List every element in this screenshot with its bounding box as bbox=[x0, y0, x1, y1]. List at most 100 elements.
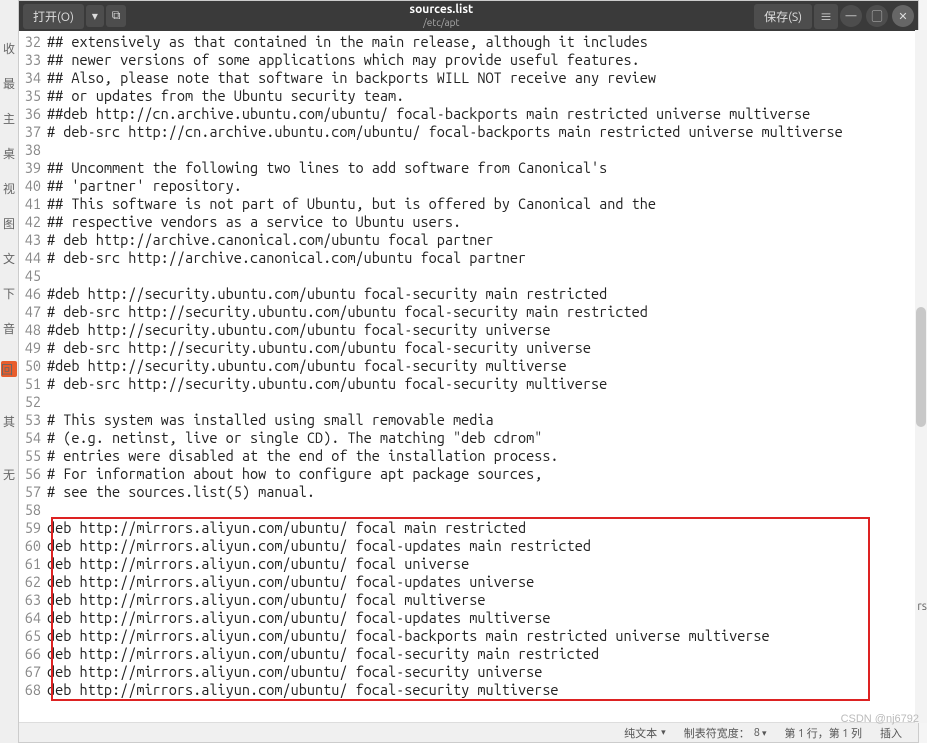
close-button[interactable]: ✕ bbox=[892, 5, 914, 27]
save-button[interactable]: 保存(S) bbox=[754, 4, 812, 29]
sidebar-item[interactable]: 回 bbox=[1, 361, 17, 377]
line-content[interactable]: # (e.g. netinst, live or single CD). The… bbox=[47, 429, 542, 447]
editor-line[interactable]: 39## Uncomment the following two lines t… bbox=[19, 159, 918, 177]
editor-line[interactable]: 57# see the sources.list(5) manual. bbox=[19, 483, 918, 501]
editor-line[interactable]: 67deb http://mirrors.aliyun.com/ubuntu/ … bbox=[19, 663, 918, 681]
sidebar-item[interactable]: 收 bbox=[3, 40, 15, 57]
sidebar-item[interactable]: 最 bbox=[3, 75, 15, 92]
editor-line[interactable]: 41## This software is not part of Ubuntu… bbox=[19, 195, 918, 213]
editor-line[interactable]: 36##deb http://cn.archive.ubuntu.com/ubu… bbox=[19, 105, 918, 123]
editor-line[interactable]: 43# deb http://archive.canonical.com/ubu… bbox=[19, 231, 918, 249]
syntax-mode-dropdown[interactable]: 纯文本 bbox=[624, 725, 666, 741]
open-button[interactable]: 打开(O) bbox=[23, 4, 84, 29]
text-editor-area[interactable]: 32## extensively as that contained in th… bbox=[19, 31, 918, 722]
line-content[interactable]: ## 'partner' repository. bbox=[47, 177, 242, 195]
editor-line[interactable]: 48#deb http://security.ubuntu.com/ubuntu… bbox=[19, 321, 918, 339]
line-content[interactable]: #deb http://security.ubuntu.com/ubuntu f… bbox=[47, 321, 550, 339]
editor-line[interactable]: 35## or updates from the Ubuntu security… bbox=[19, 87, 918, 105]
line-content[interactable]: # deb-src http://security.ubuntu.com/ubu… bbox=[47, 303, 648, 321]
line-content[interactable]: # deb-src http://security.ubuntu.com/ubu… bbox=[47, 339, 591, 357]
editor-line[interactable]: 54# (e.g. netinst, live or single CD). T… bbox=[19, 429, 918, 447]
editor-line[interactable]: 58 bbox=[19, 501, 918, 519]
editor-line[interactable]: 65deb http://mirrors.aliyun.com/ubuntu/ … bbox=[19, 627, 918, 645]
editor-line[interactable]: 64deb http://mirrors.aliyun.com/ubuntu/ … bbox=[19, 609, 918, 627]
editor-line[interactable]: 37# deb-src http://cn.archive.ubuntu.com… bbox=[19, 123, 918, 141]
line-content[interactable]: deb http://mirrors.aliyun.com/ubuntu/ fo… bbox=[47, 573, 534, 591]
line-content[interactable]: ## Also, please note that software in ba… bbox=[47, 69, 656, 87]
editor-line[interactable]: 46#deb http://security.ubuntu.com/ubuntu… bbox=[19, 285, 918, 303]
editor-line[interactable]: 45 bbox=[19, 267, 918, 285]
line-content[interactable]: deb http://mirrors.aliyun.com/ubuntu/ fo… bbox=[47, 537, 591, 555]
line-content[interactable]: deb http://mirrors.aliyun.com/ubuntu/ fo… bbox=[47, 609, 550, 627]
insert-mode[interactable]: 插入 bbox=[880, 725, 902, 741]
line-content[interactable]: deb http://mirrors.aliyun.com/ubuntu/ fo… bbox=[47, 627, 770, 645]
line-content[interactable]: # see the sources.list(5) manual. bbox=[47, 483, 315, 501]
scrollbar-thumb[interactable] bbox=[916, 307, 926, 427]
line-content[interactable]: deb http://mirrors.aliyun.com/ubuntu/ fo… bbox=[47, 645, 599, 663]
line-number: 56 bbox=[19, 465, 47, 483]
line-content[interactable]: deb http://mirrors.aliyun.com/ubuntu/ fo… bbox=[47, 591, 485, 609]
line-content[interactable]: deb http://mirrors.aliyun.com/ubuntu/ fo… bbox=[47, 663, 542, 681]
line-content[interactable]: # deb-src http://archive.canonical.com/u… bbox=[47, 249, 526, 267]
editor-line[interactable]: 56# For information about how to configu… bbox=[19, 465, 918, 483]
maximize-button[interactable]: ▢ bbox=[866, 5, 888, 27]
sidebar-item[interactable]: 主 bbox=[3, 110, 15, 127]
editor-line[interactable]: 51# deb-src http://security.ubuntu.com/u… bbox=[19, 375, 918, 393]
line-number: 50 bbox=[19, 357, 47, 375]
line-content[interactable]: # deb-src http://cn.archive.ubuntu.com/u… bbox=[47, 123, 843, 141]
line-content[interactable]: # This system was installed using small … bbox=[47, 411, 494, 429]
editor-line[interactable]: 42## respective vendors as a service to … bbox=[19, 213, 918, 231]
line-content[interactable]: deb http://mirrors.aliyun.com/ubuntu/ fo… bbox=[47, 555, 469, 573]
editor-line[interactable]: 62deb http://mirrors.aliyun.com/ubuntu/ … bbox=[19, 573, 918, 591]
editor-line[interactable]: 49# deb-src http://security.ubuntu.com/u… bbox=[19, 339, 918, 357]
line-content[interactable]: # entries were disabled at the end of th… bbox=[47, 447, 559, 465]
editor-line[interactable]: 44# deb-src http://archive.canonical.com… bbox=[19, 249, 918, 267]
line-content[interactable]: # For information about how to configure… bbox=[47, 465, 542, 483]
line-content[interactable]: ## newer versions of some applications w… bbox=[47, 51, 640, 69]
sidebar-item[interactable]: 无 bbox=[3, 466, 15, 483]
editor-line[interactable]: 52 bbox=[19, 393, 918, 411]
scrollbar[interactable] bbox=[915, 30, 927, 723]
line-content[interactable]: ##deb http://cn.archive.ubuntu.com/ubunt… bbox=[47, 105, 810, 123]
editor-line[interactable]: 60deb http://mirrors.aliyun.com/ubuntu/ … bbox=[19, 537, 918, 555]
editor-line[interactable]: 61deb http://mirrors.aliyun.com/ubuntu/ … bbox=[19, 555, 918, 573]
editor-line[interactable]: 32## extensively as that contained in th… bbox=[19, 33, 918, 51]
editor-line[interactable]: 63deb http://mirrors.aliyun.com/ubuntu/ … bbox=[19, 591, 918, 609]
line-number: 51 bbox=[19, 375, 47, 393]
editor-line[interactable]: 53# This system was installed using smal… bbox=[19, 411, 918, 429]
editor-line[interactable]: 34## Also, please note that software in … bbox=[19, 69, 918, 87]
line-content[interactable]: ## extensively as that contained in the … bbox=[47, 33, 648, 51]
hamburger-menu[interactable]: ≡ bbox=[814, 4, 838, 29]
line-content[interactable]: deb http://mirrors.aliyun.com/ubuntu/ fo… bbox=[47, 519, 526, 537]
line-content[interactable]: ## This software is not part of Ubuntu, … bbox=[47, 195, 656, 213]
editor-line[interactable]: 38 bbox=[19, 141, 918, 159]
editor-line[interactable]: 68deb http://mirrors.aliyun.com/ubuntu/ … bbox=[19, 681, 918, 699]
editor-line[interactable]: 59deb http://mirrors.aliyun.com/ubuntu/ … bbox=[19, 519, 918, 537]
minimize-button[interactable]: — bbox=[840, 5, 862, 27]
sidebar-item[interactable]: 图 bbox=[3, 215, 15, 232]
line-content[interactable]: # deb-src http://security.ubuntu.com/ubu… bbox=[47, 375, 607, 393]
sidebar-item[interactable]: 其 bbox=[3, 413, 15, 430]
line-content[interactable]: ## respective vendors as a service to Ub… bbox=[47, 213, 461, 231]
line-content[interactable]: deb http://mirrors.aliyun.com/ubuntu/ fo… bbox=[47, 681, 559, 699]
line-content[interactable]: #deb http://security.ubuntu.com/ubuntu f… bbox=[47, 285, 607, 303]
editor-line[interactable]: 50#deb http://security.ubuntu.com/ubuntu… bbox=[19, 357, 918, 375]
tab-width-control[interactable]: 制表符宽度： 8 bbox=[684, 725, 767, 741]
sidebar-item[interactable]: 音 bbox=[3, 320, 15, 337]
editor-line[interactable]: 66deb http://mirrors.aliyun.com/ubuntu/ … bbox=[19, 645, 918, 663]
open-dropdown[interactable]: ▾ bbox=[86, 5, 104, 27]
line-content[interactable]: #deb http://security.ubuntu.com/ubuntu f… bbox=[47, 357, 567, 375]
line-content[interactable]: ## Uncomment the following two lines to … bbox=[47, 159, 607, 177]
sidebar-item[interactable]: 下 bbox=[3, 285, 15, 302]
new-tab-button[interactable]: ⧉ bbox=[106, 5, 127, 27]
line-content[interactable]: ## or updates from the Ubuntu security t… bbox=[47, 87, 404, 105]
sidebar-item[interactable]: 视 bbox=[3, 180, 15, 197]
editor-line[interactable]: 40## 'partner' repository. bbox=[19, 177, 918, 195]
editor-line[interactable]: 33## newer versions of some applications… bbox=[19, 51, 918, 69]
line-content[interactable]: # deb http://archive.canonical.com/ubunt… bbox=[47, 231, 494, 249]
tab-width-label: 制表符宽度： bbox=[684, 725, 750, 741]
sidebar-item[interactable]: 文 bbox=[3, 250, 15, 267]
sidebar-item[interactable]: 桌 bbox=[3, 145, 15, 162]
editor-line[interactable]: 47# deb-src http://security.ubuntu.com/u… bbox=[19, 303, 918, 321]
editor-line[interactable]: 55# entries were disabled at the end of … bbox=[19, 447, 918, 465]
